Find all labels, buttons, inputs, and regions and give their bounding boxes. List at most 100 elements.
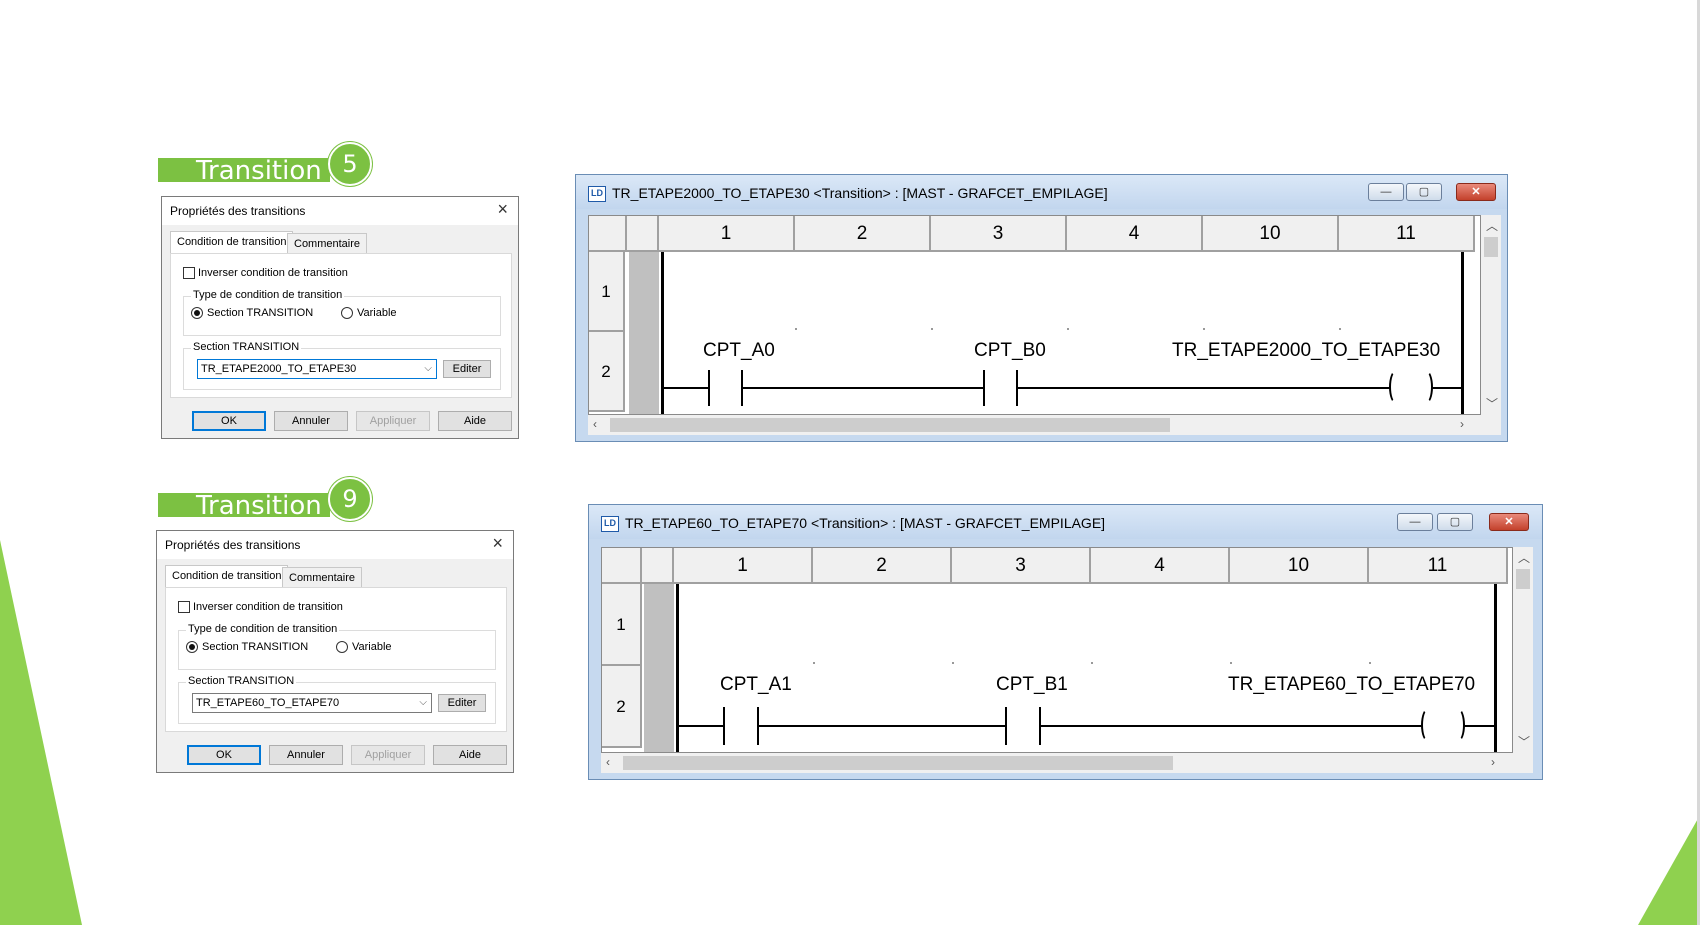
contact-b-symbol[interactable] — [1005, 707, 1007, 745]
chevron-down-icon[interactable]: ⌵ — [419, 694, 427, 712]
radio-variable-label: Variable — [352, 641, 392, 653]
minimize-icon[interactable]: — — [1397, 513, 1433, 531]
section-select[interactable]: TR_ETAPE2000_TO_ETAPE30 ⌵ — [197, 359, 437, 379]
help-button[interactable]: Aide — [433, 745, 507, 765]
right-power-rail — [1461, 252, 1464, 414]
contact-b-symbol[interactable] — [983, 370, 985, 406]
scroll-right-icon[interactable]: › — [1460, 417, 1464, 431]
type-group-label: Type de condition de transition — [191, 289, 345, 301]
contact-label: CPT_B0 — [974, 340, 1046, 361]
ladder-editor-window: LD TR_ETAPE60_TO_ETAPE70 <Transition> : … — [588, 504, 1543, 780]
close-icon[interactable]: × — [497, 199, 508, 220]
ok-button[interactable]: OK — [187, 745, 261, 765]
column-header: 2 — [813, 548, 952, 584]
coil-label: TR_ETAPE60_TO_ETAPE70 — [1228, 674, 1476, 695]
coil-symbol[interactable] — [1389, 370, 1433, 406]
decor-triangle-left — [0, 540, 82, 925]
invert-label: Inverser condition de transition — [198, 267, 348, 279]
rung-wire — [664, 387, 708, 389]
rung-wire — [679, 725, 723, 727]
ok-button[interactable]: OK — [192, 411, 266, 431]
row-header: 1 — [602, 584, 642, 666]
horizontal-scrollbar[interactable]: ‹ › — [588, 415, 1501, 435]
ladder-editor-window: LD TR_ETAPE2000_TO_ETAPE30 <Transition> … — [575, 174, 1508, 442]
section-select-value: TR_ETAPE60_TO_ETAPE70 — [196, 697, 340, 709]
right-power-rail — [1494, 584, 1497, 752]
radio-section-label: Section TRANSITION — [202, 641, 309, 653]
section-group-label: Section TRANSITION — [191, 341, 302, 353]
coil-label: TR_ETAPE2000_TO_ETAPE30 — [1172, 340, 1441, 361]
window-title-bar: LD TR_ETAPE60_TO_ETAPE70 <Transition> : … — [589, 505, 1542, 539]
dialog-title-bar: Propriétés des transitions × — [157, 531, 513, 559]
cancel-button[interactable]: Annuler — [269, 745, 343, 765]
apply-button[interactable]: Appliquer — [351, 745, 425, 765]
tab-condition[interactable]: Condition de transition — [170, 231, 294, 253]
scroll-left-icon[interactable]: ‹ — [606, 755, 610, 769]
coil-symbol[interactable] — [1421, 708, 1465, 744]
invert-checkbox[interactable] — [183, 267, 195, 279]
scroll-up-icon[interactable]: ︿ — [1486, 217, 1498, 234]
cancel-button[interactable]: Annuler — [274, 411, 348, 431]
corner-header — [602, 548, 642, 584]
help-button[interactable]: Aide — [438, 411, 512, 431]
tab-condition[interactable]: Condition de transition — [165, 565, 289, 587]
tab-comment[interactable]: Commentaire — [282, 567, 363, 587]
column-header: 4 — [1091, 548, 1230, 584]
column-header: 11 — [1369, 548, 1508, 584]
maximize-icon[interactable]: ▢ — [1406, 183, 1442, 201]
contact-a-symbol[interactable] — [723, 707, 725, 745]
rung-wire — [743, 387, 983, 389]
invert-checkbox[interactable] — [178, 601, 190, 613]
section-select[interactable]: TR_ETAPE60_TO_ETAPE70 ⌵ — [192, 693, 432, 713]
apply-button[interactable]: Appliquer — [356, 411, 430, 431]
edit-button[interactable]: Editer — [443, 360, 491, 378]
radio-section-label: Section TRANSITION — [207, 307, 314, 319]
rung-wire — [1018, 387, 1391, 389]
scroll-right-icon[interactable]: › — [1491, 755, 1495, 769]
tab-comment[interactable]: Commentaire — [287, 233, 368, 253]
scroll-up-icon[interactable]: ︿ — [1518, 549, 1530, 566]
vertical-scroll-thumb[interactable] — [1516, 569, 1530, 589]
chevron-down-icon[interactable]: ⌵ — [424, 360, 432, 378]
close-icon[interactable]: ✕ — [1456, 183, 1496, 201]
edit-button[interactable]: Editer — [438, 694, 486, 712]
vertical-scroll-thumb[interactable] — [1484, 237, 1498, 257]
column-header: 2 — [795, 216, 931, 252]
column-header: 1 — [674, 548, 813, 584]
column-header: 11 — [1339, 216, 1475, 252]
ladder-grid: 1 2 3 4 10 11 1 2 CPT_A1 CPT_B1 TR_ETAPE… — [601, 547, 1513, 753]
rung-wire — [759, 725, 1005, 727]
minimize-icon[interactable]: — — [1368, 183, 1404, 201]
vertical-scrollbar[interactable]: ︿ ﹀ — [1513, 547, 1533, 753]
rung-wire — [1463, 725, 1494, 727]
column-header: 10 — [1230, 548, 1369, 584]
scroll-down-icon[interactable]: ﹀ — [1486, 395, 1498, 412]
radio-variable[interactable] — [341, 307, 353, 319]
horizontal-scroll-thumb[interactable] — [623, 756, 1173, 770]
row-header: 1 — [589, 252, 625, 332]
banner-number: 9 — [328, 477, 372, 521]
scroll-down-icon[interactable]: ﹀ — [1518, 733, 1530, 750]
column-header: 3 — [931, 216, 1067, 252]
banner-label: Transition — [158, 493, 330, 519]
horizontal-scrollbar[interactable]: ‹ › — [601, 753, 1533, 773]
column-header: 3 — [952, 548, 1091, 584]
invert-label: Inverser condition de transition — [193, 601, 343, 613]
ladder-grid: 1 2 3 4 10 11 1 2 CPT_A0 CPT_B0 TR_ETAPE… — [588, 215, 1481, 415]
radio-variable[interactable] — [336, 641, 348, 653]
radio-section-transition[interactable] — [186, 641, 198, 653]
radio-section-transition[interactable] — [191, 307, 203, 319]
left-power-rail — [661, 252, 664, 414]
close-icon[interactable]: ✕ — [1489, 513, 1529, 531]
contact-a-symbol[interactable] — [708, 370, 710, 406]
banner-label: Transition — [158, 158, 330, 184]
scroll-left-icon[interactable]: ‹ — [593, 417, 597, 431]
column-header: 10 — [1203, 216, 1339, 252]
column-header: 1 — [659, 216, 795, 252]
close-icon[interactable]: × — [492, 533, 503, 554]
vertical-scrollbar[interactable]: ︿ ﹀ — [1481, 215, 1501, 415]
maximize-icon[interactable]: ▢ — [1437, 513, 1473, 531]
rung-wire — [1041, 725, 1423, 727]
horizontal-scroll-thumb[interactable] — [610, 418, 1170, 432]
window-title: TR_ETAPE60_TO_ETAPE70 <Transition> : [MA… — [625, 515, 1106, 531]
